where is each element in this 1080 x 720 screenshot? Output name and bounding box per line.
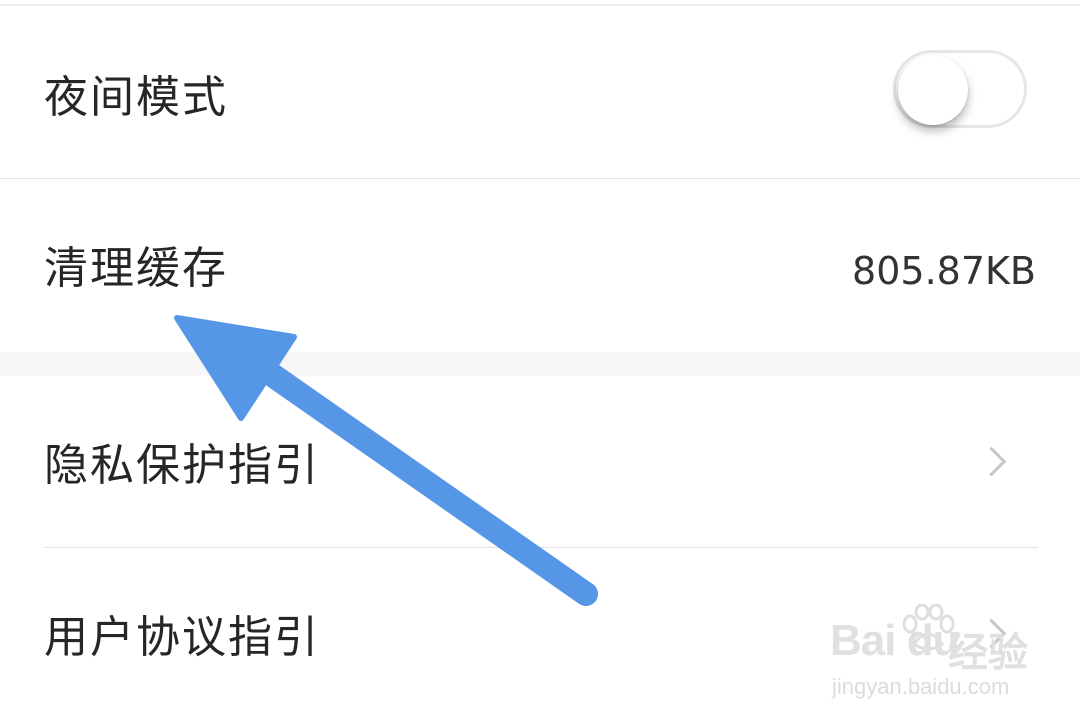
privacy-guide-row[interactable]: 隐私保护指引	[0, 376, 1080, 547]
night-mode-label: 夜间模式	[44, 72, 228, 123]
night-mode-toggle[interactable]	[893, 50, 1027, 128]
section-gap	[0, 352, 1080, 376]
clear-cache-label: 清理缓存	[44, 243, 228, 294]
cache-size-value: 805.87KB	[852, 249, 1036, 293]
clear-cache-row[interactable]: 清理缓存 805.87KB	[0, 179, 1080, 352]
watermark-cn-text: 经验	[948, 630, 1028, 676]
toggle-knob	[898, 55, 968, 125]
privacy-guide-label: 隐私保护指引	[44, 440, 320, 491]
user-agreement-label: 用户协议指引	[44, 612, 320, 663]
watermark-logo: Bai du	[830, 616, 959, 665]
watermark-url: jingyan.baidu.com	[832, 674, 1010, 699]
baidu-watermark: Bai du 经验 jingyan.baidu.com	[830, 604, 1030, 700]
night-mode-row[interactable]: 夜间模式	[0, 6, 1080, 178]
chevron-right-icon	[976, 446, 1007, 477]
settings-screen: 夜间模式 清理缓存 805.87KB 隐私保护指引 用户协议指引 Bai du …	[0, 0, 1080, 720]
